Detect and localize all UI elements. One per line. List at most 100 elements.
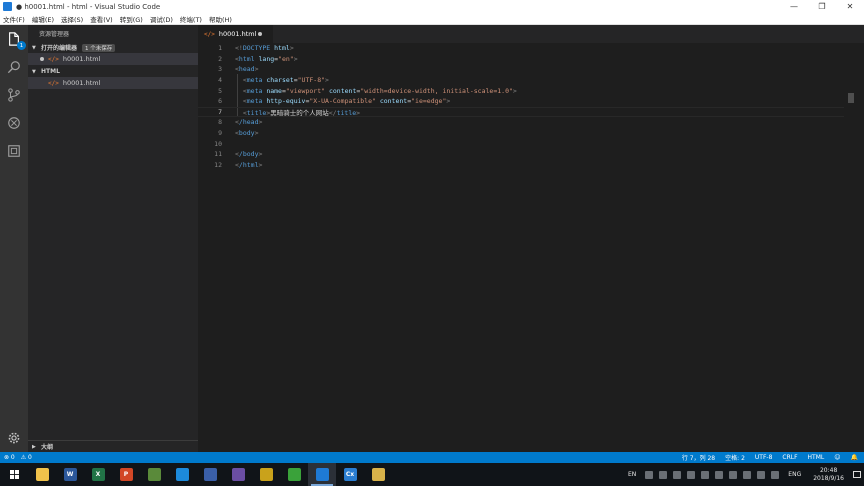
code-line: 12 </html> bbox=[198, 160, 854, 171]
app-icon bbox=[203, 468, 217, 481]
tray-app-icon[interactable] bbox=[715, 470, 724, 479]
line-number: 2 bbox=[218, 54, 222, 63]
tray-app-icon[interactable] bbox=[645, 470, 654, 479]
code-text: <meta http-equiv="X-UA-Compatible" conte… bbox=[242, 97, 451, 106]
open-editor-item[interactable]: </> h0001.html bbox=[28, 53, 198, 65]
app-icon bbox=[147, 468, 161, 481]
taskbar-app-button[interactable]: W bbox=[56, 463, 84, 486]
chevron-down-icon: ▼ bbox=[32, 68, 36, 75]
folder-filename: h0001.html bbox=[62, 79, 101, 87]
language-mode[interactable]: HTML bbox=[808, 454, 825, 461]
open-editor-filename: h0001.html bbox=[62, 55, 101, 63]
taskbar-app-button[interactable] bbox=[140, 463, 168, 486]
menu-edit[interactable]: 编辑(E) bbox=[32, 14, 54, 24]
app-icon: X bbox=[91, 468, 105, 481]
menu-go[interactable]: 转到(G) bbox=[120, 14, 143, 24]
tray-app-icon[interactable] bbox=[729, 470, 738, 479]
app-icon bbox=[287, 468, 301, 481]
maximize-button[interactable]: ❐ bbox=[808, 0, 836, 13]
windows-start-icon[interactable] bbox=[0, 463, 28, 486]
minimize-button[interactable]: — bbox=[780, 0, 808, 13]
folder-header[interactable]: ▼ HTML bbox=[28, 66, 198, 77]
code-line-current: 7 <title>黑暗骑士的个人网站</title> bbox=[198, 106, 854, 118]
title-bar: ● h0001.html - html - Visual Studio Code… bbox=[0, 0, 864, 13]
clock[interactable]: 20:48 2018/9/16 bbox=[813, 467, 844, 483]
source-control-icon[interactable] bbox=[6, 87, 22, 103]
taskbar-app-button[interactable] bbox=[28, 463, 56, 486]
menu-view[interactable]: 查看(V) bbox=[90, 14, 113, 24]
tray-app-icon[interactable] bbox=[743, 470, 752, 479]
menu-selection[interactable]: 选择(S) bbox=[61, 14, 83, 24]
menu-file[interactable]: 文件(F) bbox=[3, 14, 25, 24]
menu-debug[interactable]: 调试(D) bbox=[150, 14, 173, 24]
menu-terminal[interactable]: 终端(T) bbox=[180, 14, 202, 24]
unsaved-count-badge: 1 个未保存 bbox=[82, 43, 116, 52]
line-number: 9 bbox=[218, 129, 222, 138]
chevron-down-icon: ▼ bbox=[32, 44, 36, 51]
taskbar-app-button[interactable] bbox=[308, 463, 336, 486]
taskbar-app-button[interactable] bbox=[224, 463, 252, 486]
tray-app-icon[interactable] bbox=[659, 470, 668, 479]
line-ending[interactable]: CRLF bbox=[782, 454, 797, 461]
errors-indicator[interactable]: ⊗ 0 bbox=[4, 454, 15, 461]
code-line: 2 <html lang="en"> bbox=[198, 54, 854, 65]
taskbar-app-button[interactable] bbox=[168, 463, 196, 486]
windows-taskbar: W X P Cx EN ENG 20:48 2018/9/16 bbox=[0, 463, 864, 486]
taskbar-app-button[interactable] bbox=[280, 463, 308, 486]
line-number: 1 bbox=[218, 44, 222, 53]
input-language-indicator[interactable]: EN bbox=[628, 471, 636, 478]
outline-header[interactable]: ▶ 大纲 bbox=[28, 440, 198, 452]
volume-icon[interactable] bbox=[771, 470, 780, 479]
clock-time: 20:48 bbox=[819, 466, 838, 474]
unsaved-dot-icon[interactable] bbox=[258, 32, 262, 36]
code-line: 3 <head> bbox=[198, 64, 854, 75]
code-text: <body> bbox=[235, 129, 259, 138]
taskbar-app-button[interactable]: P bbox=[112, 463, 140, 486]
search-icon[interactable] bbox=[6, 59, 22, 75]
explorer-icon[interactable]: 1 bbox=[6, 31, 26, 50]
app-icon bbox=[371, 468, 385, 481]
encoding[interactable]: UTF-8 bbox=[755, 454, 773, 461]
editor-scrollbar[interactable] bbox=[844, 43, 854, 452]
tray-app-icon[interactable] bbox=[687, 470, 696, 479]
tab-h0001[interactable]: </> h0001.html bbox=[198, 25, 273, 43]
folder-file-item[interactable]: </> h0001.html bbox=[28, 77, 198, 89]
debug-icon[interactable] bbox=[6, 115, 22, 131]
html-file-icon: </> bbox=[204, 30, 215, 38]
clock-date: 2018/9/16 bbox=[813, 474, 844, 482]
notifications-bell-icon[interactable]: 🔔 bbox=[851, 454, 858, 461]
taskbar-app-button[interactable] bbox=[196, 463, 224, 486]
feedback-icon[interactable]: ☺ bbox=[834, 454, 840, 461]
code-line: 1 <!DOCTYPE html> bbox=[198, 43, 854, 54]
html-file-icon: </> bbox=[48, 55, 59, 63]
unsaved-dot-icon bbox=[40, 57, 44, 61]
cursor-position[interactable]: 行 7，列 28 bbox=[682, 453, 715, 462]
code-line: 11 </body> bbox=[198, 149, 854, 160]
unsaved-badge: 1 bbox=[17, 41, 26, 50]
tray-app-icon[interactable] bbox=[701, 470, 710, 479]
indentation[interactable]: 空格: 2 bbox=[725, 453, 745, 462]
open-editors-header[interactable]: ▼ 打开的编辑器 1 个未保存 bbox=[28, 42, 198, 53]
code-editor[interactable]: 1 <!DOCTYPE html> 2 <html lang="en"> 3 <… bbox=[198, 43, 854, 452]
tray-app-icon[interactable] bbox=[673, 470, 682, 479]
taskbar-app-button[interactable] bbox=[364, 463, 392, 486]
action-center-icon[interactable] bbox=[850, 463, 864, 486]
code-line: 9 <body> bbox=[198, 128, 854, 139]
taskbar-app-button[interactable]: Cx bbox=[336, 463, 364, 486]
line-number: 6 bbox=[218, 97, 222, 106]
taskbar-app-button[interactable] bbox=[252, 463, 280, 486]
app-icon bbox=[259, 468, 273, 481]
close-button[interactable]: ✕ bbox=[836, 0, 864, 13]
vscode-logo-icon bbox=[3, 2, 12, 11]
language-indicator[interactable]: ENG bbox=[788, 471, 801, 478]
code-text: <!DOCTYPE html> bbox=[235, 44, 294, 53]
extensions-icon[interactable] bbox=[6, 143, 22, 159]
taskbar-app-button[interactable]: X bbox=[84, 463, 112, 486]
menu-help[interactable]: 帮助(H) bbox=[209, 14, 232, 24]
warnings-indicator[interactable]: ⚠ 0 bbox=[21, 454, 32, 461]
code-text: </head> bbox=[235, 118, 263, 127]
settings-gear-icon[interactable] bbox=[6, 430, 22, 446]
app-icon bbox=[315, 468, 329, 481]
scrollbar-thumb[interactable] bbox=[848, 93, 854, 103]
network-icon[interactable] bbox=[757, 470, 766, 479]
